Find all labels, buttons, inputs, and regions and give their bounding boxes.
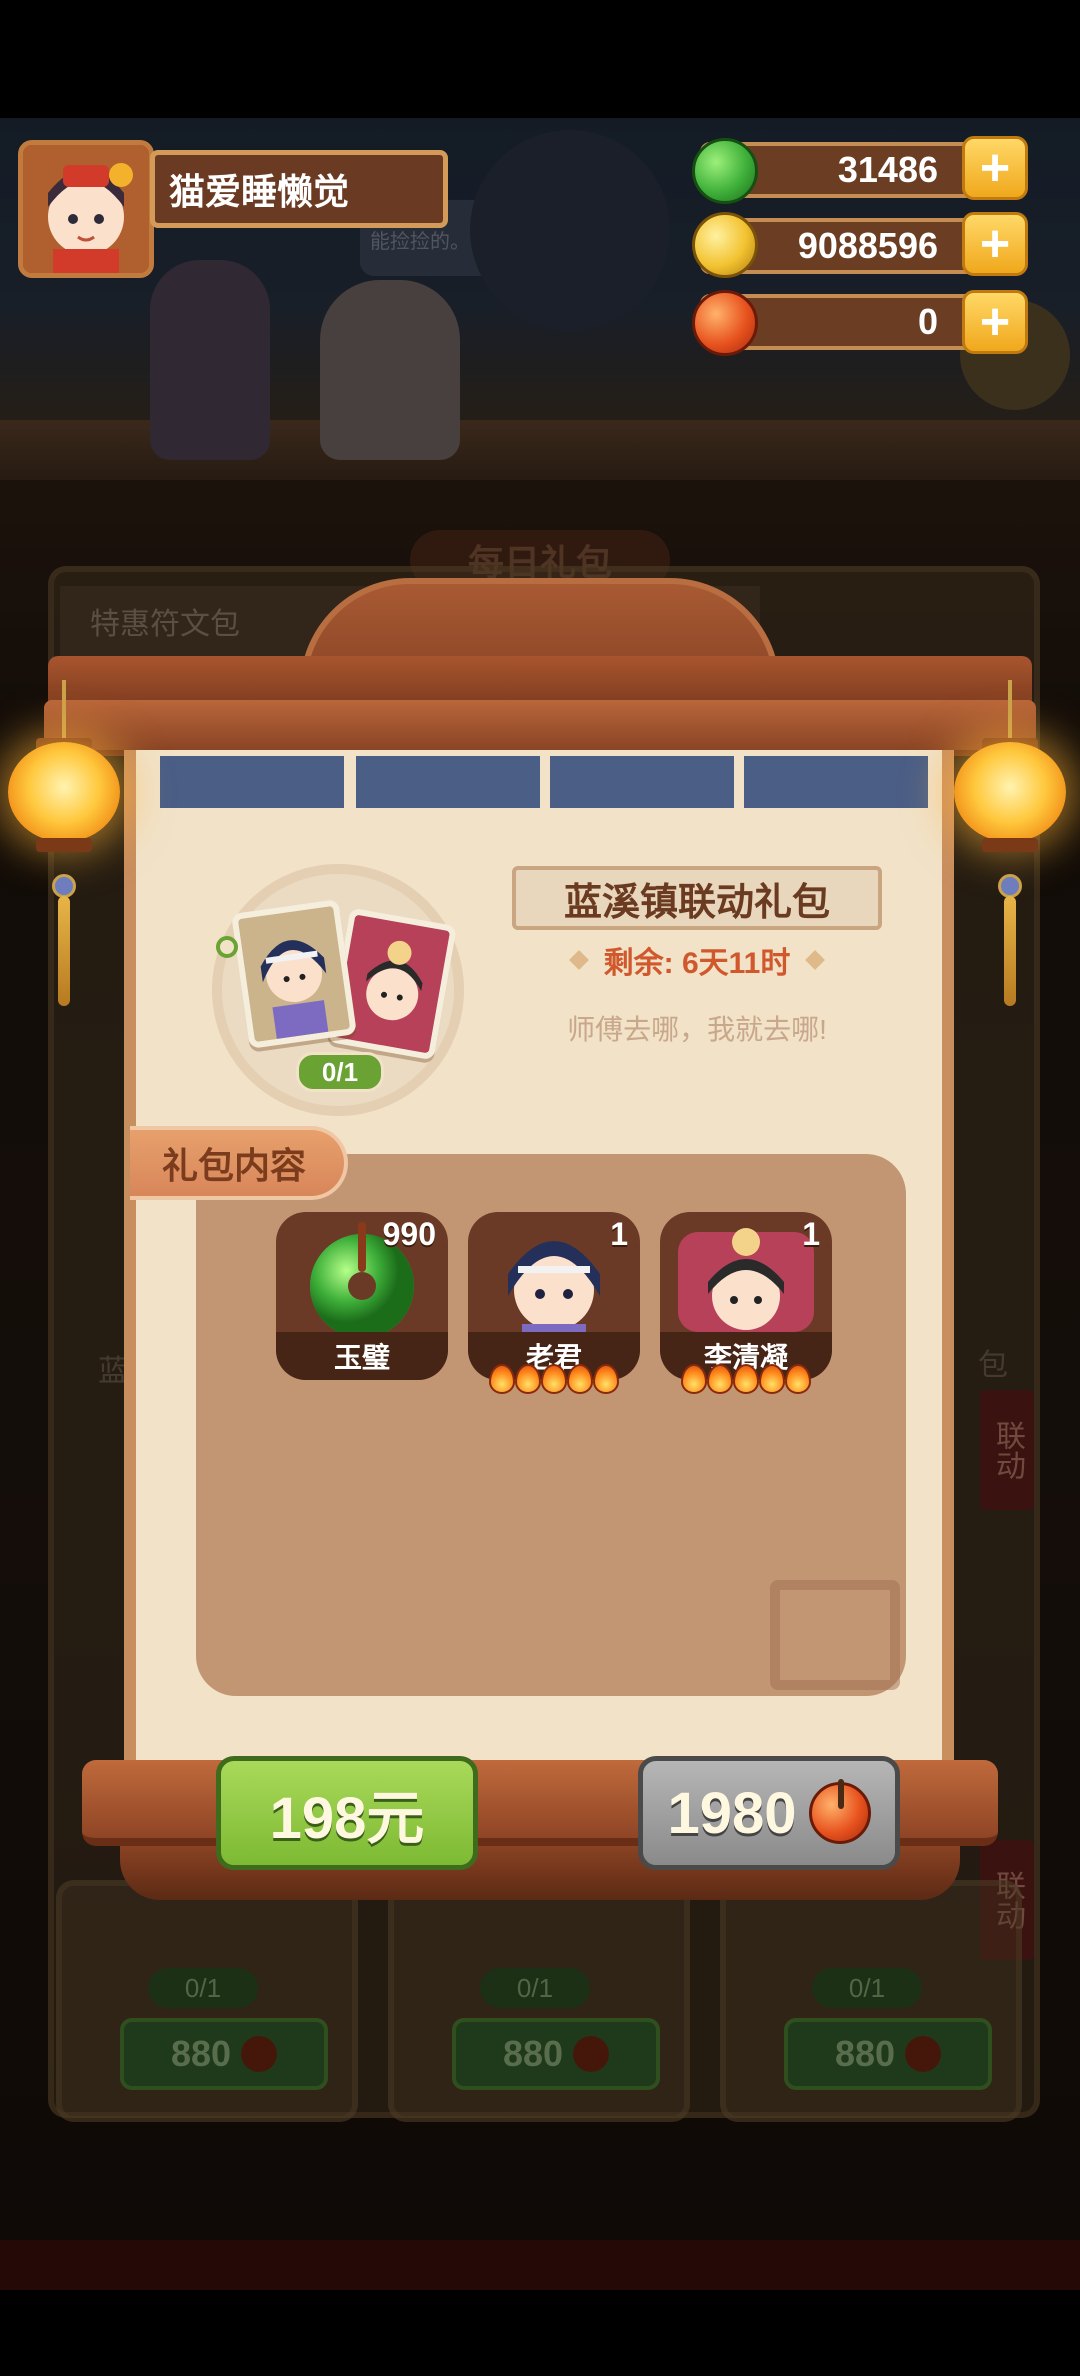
star-rating (681, 1364, 811, 1398)
buy-with-cash-button[interactable]: 198元 (216, 1756, 478, 1870)
lantern-tassel (58, 896, 70, 1006)
player-avatar[interactable] (18, 140, 154, 278)
swirl-decoration-icon (770, 1580, 900, 1690)
flame-star-icon (785, 1364, 811, 1394)
item-count: 1 (802, 1216, 820, 1252)
pack-item-jade[interactable]: 990 玉璧 (276, 1212, 448, 1380)
add-red-gem-button[interactable]: + (962, 290, 1028, 354)
add-gold-button[interactable]: + (962, 212, 1028, 276)
lantern-bead (52, 874, 76, 898)
flame-star-icon (515, 1364, 541, 1394)
pack-item-lijingning[interactable]: 1 李清凝 (660, 1212, 832, 1380)
panel-crossbar (44, 700, 1036, 756)
diamond-icon (805, 950, 826, 970)
lantern-bead (998, 874, 1022, 898)
panel-curtain-tile (744, 756, 928, 808)
panel-curtain-tile (550, 756, 734, 808)
red-gem-amount: 0 (917, 301, 938, 342)
flame-star-icon (681, 1364, 707, 1394)
gold-coin-icon (692, 212, 758, 278)
add-jade-button[interactable]: + (962, 136, 1028, 200)
lantern-rope (1008, 680, 1012, 740)
pack-progress: 0/1 (296, 1052, 384, 1092)
cash-price: 198元 (269, 1786, 425, 1851)
avatar-portrait-icon (23, 145, 149, 273)
pack-timer-text: 剩余: 6天11时 (603, 947, 791, 980)
lantern-cap (982, 838, 1038, 852)
plus-icon: + (979, 139, 1011, 197)
pack-description: 师傅去哪，我就去哪! (567, 1014, 827, 1045)
plus-icon: + (979, 215, 1011, 273)
flame-star-icon (541, 1364, 567, 1394)
lantern-tassel (1004, 896, 1016, 1006)
red-gem-icon (692, 290, 758, 356)
pack-title: 蓝溪镇联动礼包 (512, 866, 882, 930)
gold-amount: 9088596 (797, 225, 938, 266)
panel-curtain-tile (160, 756, 344, 808)
flame-star-icon (733, 1364, 759, 1394)
plus-icon: + (979, 293, 1011, 351)
lantern-cap (36, 838, 92, 852)
player-name: 猫爱睡懒觉 (150, 150, 448, 228)
red-gem-icon (808, 1779, 871, 1844)
panel-curtain-tile (356, 756, 540, 808)
lantern-right-icon (954, 742, 1066, 842)
diamond-icon (568, 950, 589, 970)
gem-price: 1980 (667, 1780, 797, 1846)
laojun-portrait-icon (237, 905, 351, 1043)
item-name: 玉璧 (276, 1332, 448, 1380)
flame-star-icon (567, 1364, 593, 1394)
pack-contents-label: 礼包内容 (130, 1126, 348, 1200)
jade-amount: 31486 (837, 149, 938, 190)
flame-star-icon (759, 1364, 785, 1394)
character-card-laojun (231, 899, 357, 1049)
flame-star-icon (489, 1364, 515, 1394)
flame-star-icon (593, 1364, 619, 1394)
star-rating (489, 1364, 619, 1398)
item-count: 1 (610, 1216, 628, 1252)
item-count: 990 (382, 1216, 436, 1252)
lantern-left-icon (8, 742, 120, 842)
buy-with-gem-button[interactable]: 1980 (638, 1756, 900, 1870)
jade-icon (692, 138, 758, 204)
check-icon (216, 936, 238, 958)
flame-star-icon (707, 1364, 733, 1394)
pack-timer: 剩余: 6天11时 (512, 938, 882, 982)
lantern-rope (62, 680, 66, 740)
pack-item-laojun[interactable]: 1 老君 (468, 1212, 640, 1380)
